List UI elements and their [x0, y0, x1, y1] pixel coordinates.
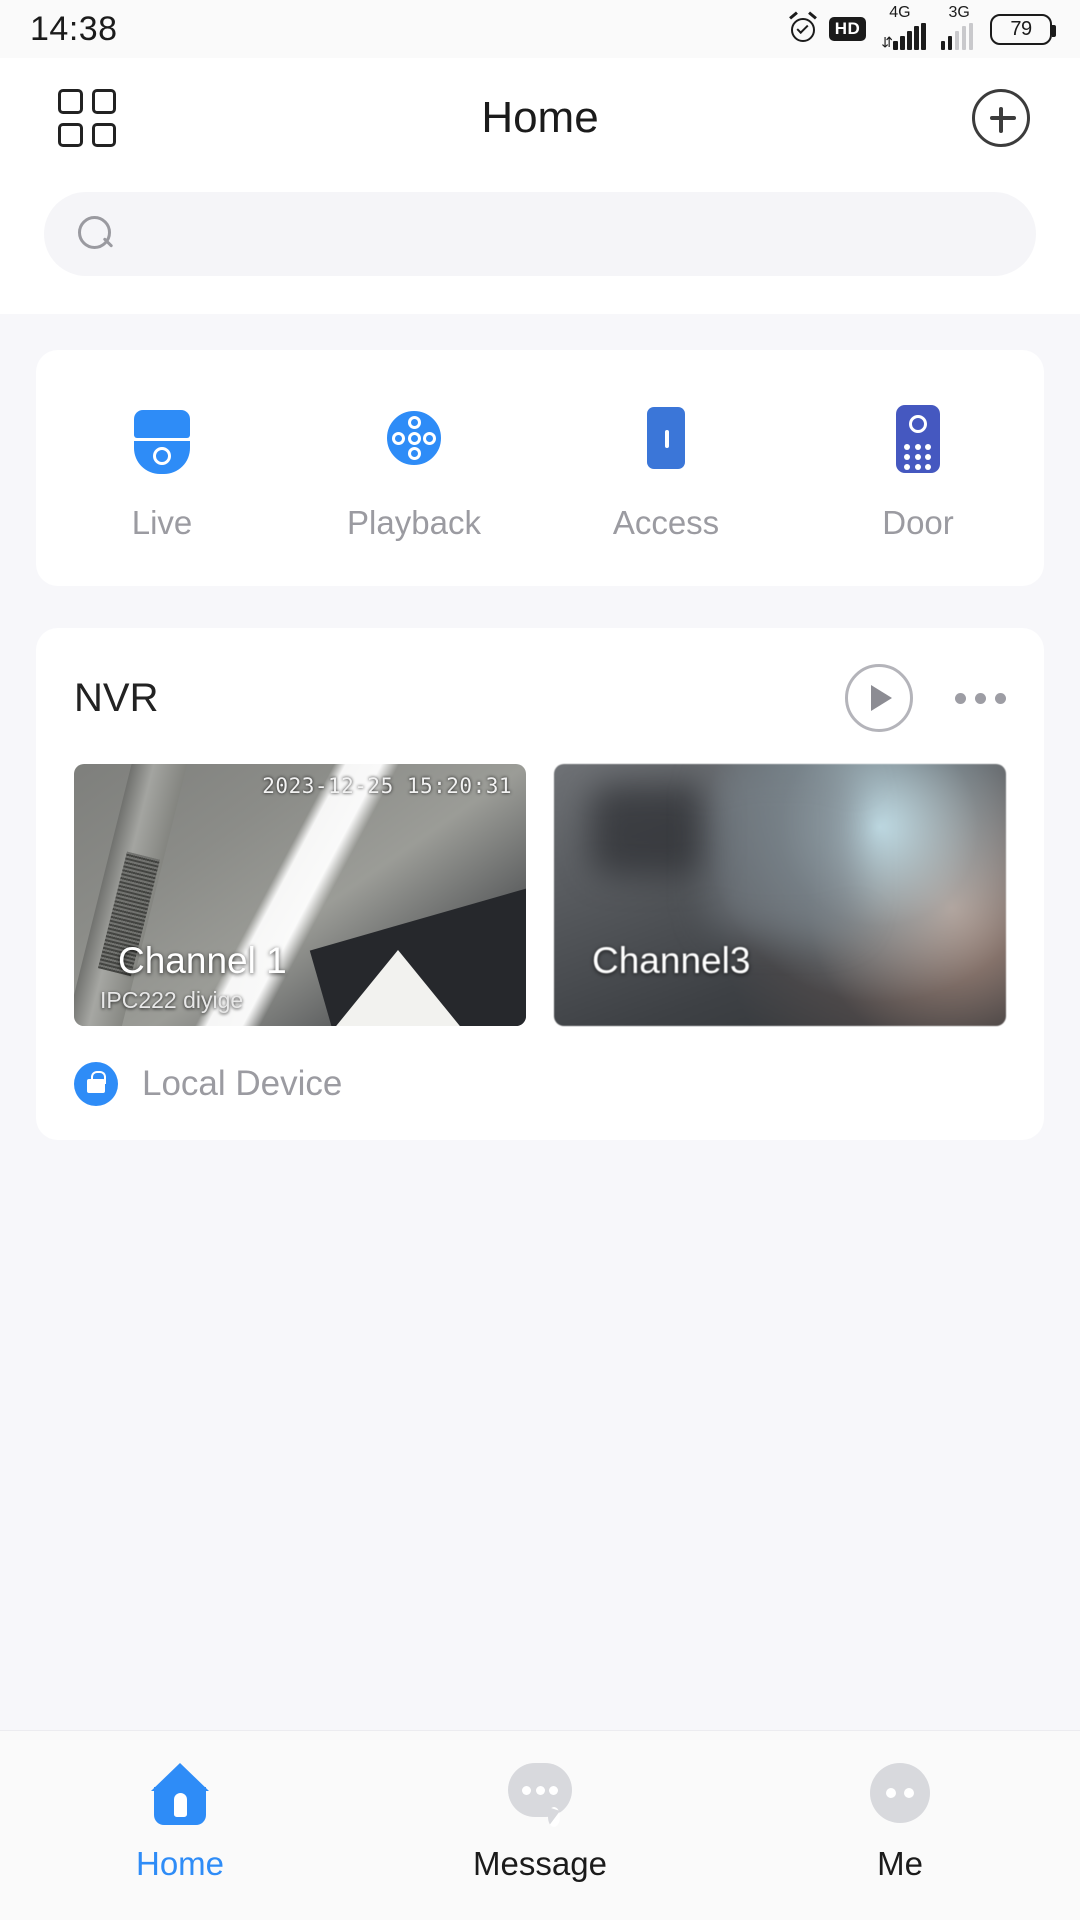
device-group-title: NVR: [74, 675, 159, 720]
status-bar: 14:38 HD 4G ⇵ 3G 79: [0, 0, 1080, 58]
channel-thumbnail-2[interactable]: Channel3: [554, 764, 1006, 1026]
bottom-tab-bar: Home Message Me: [0, 1730, 1080, 1920]
battery-level: 79: [1010, 17, 1032, 40]
signal-bars-3g: [940, 23, 973, 50]
play-circle-icon[interactable]: [845, 664, 913, 732]
shortcut-access[interactable]: Access: [540, 402, 792, 542]
device-group-card: NVR 2023-12-25 15:20:31 Channel 1 IPC222…: [36, 628, 1044, 1140]
tab-label-message: Message: [473, 1845, 607, 1882]
more-horizontal-icon[interactable]: [955, 683, 1006, 714]
tab-home[interactable]: Home: [0, 1757, 360, 1883]
status-icons: HD 4G ⇵ 3G 79: [788, 4, 1056, 50]
shortcuts-card: Live Playback Access Door: [36, 350, 1044, 586]
channel-thumbnail-1[interactable]: 2023-12-25 15:20:31 Channel 1 IPC222 diy…: [74, 764, 526, 1026]
plus-circle-icon[interactable]: [972, 89, 1030, 147]
signal-3g-icon: 3G: [940, 4, 973, 50]
search-bar[interactable]: [44, 192, 1036, 276]
dome-camera-icon: [126, 402, 198, 474]
shortcut-live[interactable]: Live: [36, 402, 288, 542]
tab-message[interactable]: Message: [360, 1757, 720, 1883]
search-input[interactable]: [132, 216, 1002, 252]
tab-me[interactable]: Me: [720, 1757, 1080, 1883]
shortcut-label-live: Live: [131, 504, 193, 541]
grid-menu-icon[interactable]: [58, 89, 116, 147]
local-device-row[interactable]: Local Device: [74, 1062, 1006, 1106]
signal-4g-icon: 4G ⇵: [881, 4, 926, 50]
device-group-header: NVR: [74, 664, 1006, 732]
channel-name: Channel3: [592, 940, 751, 981]
tab-label-home: Home: [135, 1845, 225, 1882]
signal-3g-label: 3G: [948, 4, 970, 21]
shortcut-playback[interactable]: Playback: [288, 402, 540, 542]
channel-list: 2023-12-25 15:20:31 Channel 1 IPC222 diy…: [74, 764, 1006, 1026]
access-panel-icon: [630, 402, 702, 474]
main-content: Live Playback Access Door NVR 2023-12-25…: [0, 314, 1080, 1140]
shortcut-label-door: Door: [882, 504, 954, 541]
disc-playback-icon: [378, 402, 450, 474]
tab-label-me: Me: [877, 1845, 923, 1882]
signal-4g-label: 4G: [889, 4, 911, 21]
hd-badge: HD: [828, 17, 867, 41]
local-device-label: Local Device: [142, 1064, 343, 1103]
shortcut-door[interactable]: Door: [792, 402, 1044, 542]
alarm-clock-icon: [788, 11, 818, 44]
search-section: [0, 178, 1080, 314]
home-icon: [144, 1757, 216, 1829]
data-arrows-icon: ⇵: [881, 34, 893, 50]
page-title: Home: [481, 93, 599, 142]
channel-timestamp: 2023-12-25 15:20:31: [262, 774, 512, 798]
app-header: Home: [0, 58, 1080, 178]
intercom-door-icon: [882, 402, 954, 474]
search-icon: [78, 216, 114, 252]
device-group-actions: [845, 664, 1006, 732]
signal-bars-4g: [893, 23, 926, 50]
shortcut-label-playback: Playback: [347, 504, 481, 541]
play-triangle: [871, 685, 892, 711]
battery-indicator: 79: [990, 13, 1056, 45]
channel-subtitle: IPC222 diyige: [100, 987, 244, 1013]
lock-badge-icon: [74, 1062, 118, 1106]
shortcuts-row: Live Playback Access Door: [36, 350, 1044, 586]
channel-name: Channel 1: [118, 940, 287, 981]
message-icon: [504, 1757, 576, 1829]
shortcut-label-access: Access: [612, 504, 720, 541]
status-time: 14:38: [30, 9, 118, 48]
profile-icon: [864, 1757, 936, 1829]
